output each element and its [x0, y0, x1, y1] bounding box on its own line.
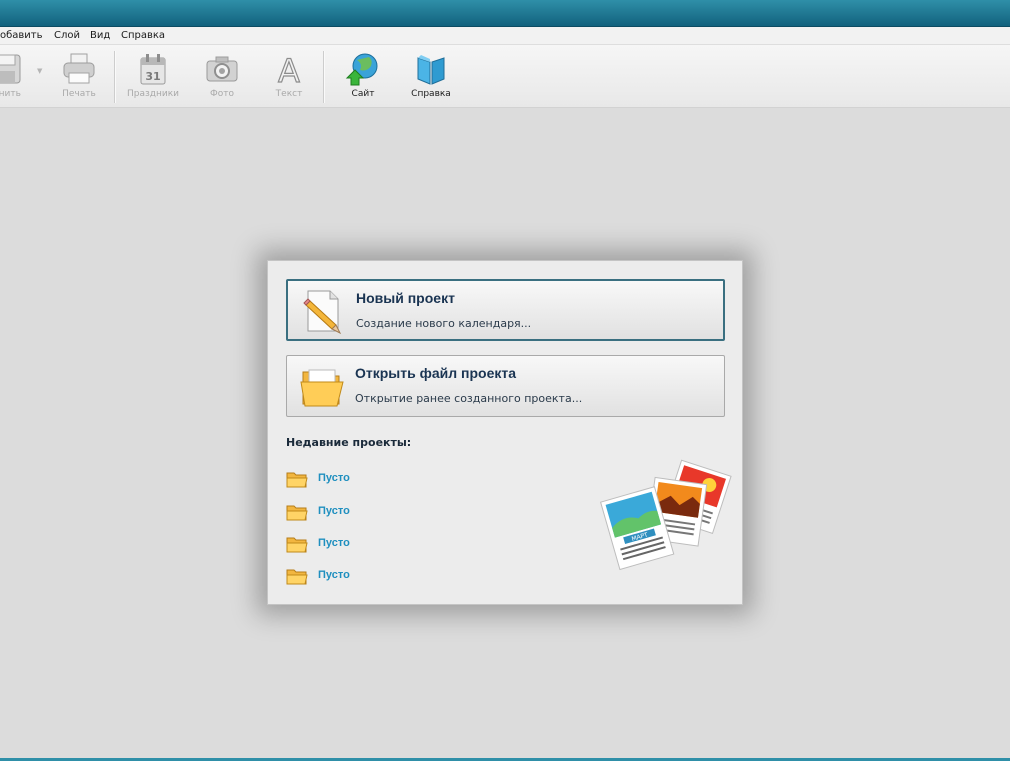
photo-button[interactable]: Фото — [193, 49, 251, 105]
pencil-document-icon — [300, 287, 346, 335]
print-button-label: Печать — [62, 89, 96, 99]
holidays-button-label: Праздники — [126, 89, 180, 99]
save-icon — [0, 52, 25, 86]
text-button-label: Текст — [275, 89, 303, 99]
new-project-title: Новый проект — [356, 290, 455, 306]
menu-item-help[interactable]: Справка — [121, 27, 165, 44]
recent-project-label[interactable]: Пусто — [318, 537, 350, 549]
folder-icon — [286, 566, 308, 586]
open-project-title: Открыть файл проекта — [355, 365, 517, 381]
recent-project-label[interactable]: Пусто — [318, 569, 350, 581]
text-button[interactable]: A Текст — [260, 49, 318, 105]
new-project-button[interactable]: Новый проект Создание нового календаря..… — [286, 279, 725, 341]
calendar-day-number: 31 — [145, 70, 160, 83]
folder-icon — [286, 502, 308, 522]
camera-icon — [204, 52, 240, 86]
open-project-subtitle: Открытие ранее созданного проекта... — [355, 392, 583, 405]
site-button[interactable]: Сайт — [334, 49, 392, 105]
toolbar-separator — [323, 51, 325, 103]
save-dropdown-icon[interactable]: ▼ — [37, 67, 42, 75]
photo-button-label: Фото — [209, 89, 234, 99]
open-project-button[interactable]: Открыть файл проекта Открытие ранее созд… — [286, 355, 725, 417]
open-folder-icon — [299, 362, 345, 410]
print-button[interactable]: Печать — [50, 49, 108, 105]
save-button[interactable]: анить — [0, 49, 36, 105]
text-icon: A — [271, 51, 307, 90]
print-icon — [61, 52, 97, 86]
recent-projects-heading: Недавние проекты: — [286, 436, 412, 449]
toolbar: анить ▼ Печать 31 Праздники — [0, 45, 1010, 108]
help-button-label: Справка — [411, 89, 451, 99]
recent-project-label[interactable]: Пусто — [318, 505, 350, 517]
menu-item-layer[interactable]: Слой — [54, 27, 80, 44]
site-button-label: Сайт — [351, 89, 375, 99]
toolbar-separator — [114, 51, 116, 103]
menu-bar: обавить Слой Вид Справка — [0, 27, 1010, 45]
globe-icon — [345, 52, 381, 86]
recent-project-label[interactable]: Пусто — [318, 472, 350, 484]
holidays-button[interactable]: 31 Праздники — [124, 49, 182, 105]
start-dialog: Новый проект Создание нового календаря..… — [267, 260, 743, 605]
folder-icon — [286, 534, 308, 554]
calendar-icon: 31 — [135, 52, 171, 86]
book-icon — [413, 52, 449, 86]
new-project-subtitle: Создание нового календаря... — [356, 317, 532, 330]
text-glyph: A — [278, 52, 300, 86]
help-button[interactable]: Справка — [402, 49, 460, 105]
folder-icon — [286, 469, 308, 489]
calendar-illustration: МАРТ — [598, 451, 733, 581]
window-titlebar — [0, 0, 1010, 27]
menu-item-view[interactable]: Вид — [90, 27, 110, 44]
save-button-label: анить — [0, 89, 21, 99]
menu-item-add[interactable]: обавить — [0, 27, 43, 44]
